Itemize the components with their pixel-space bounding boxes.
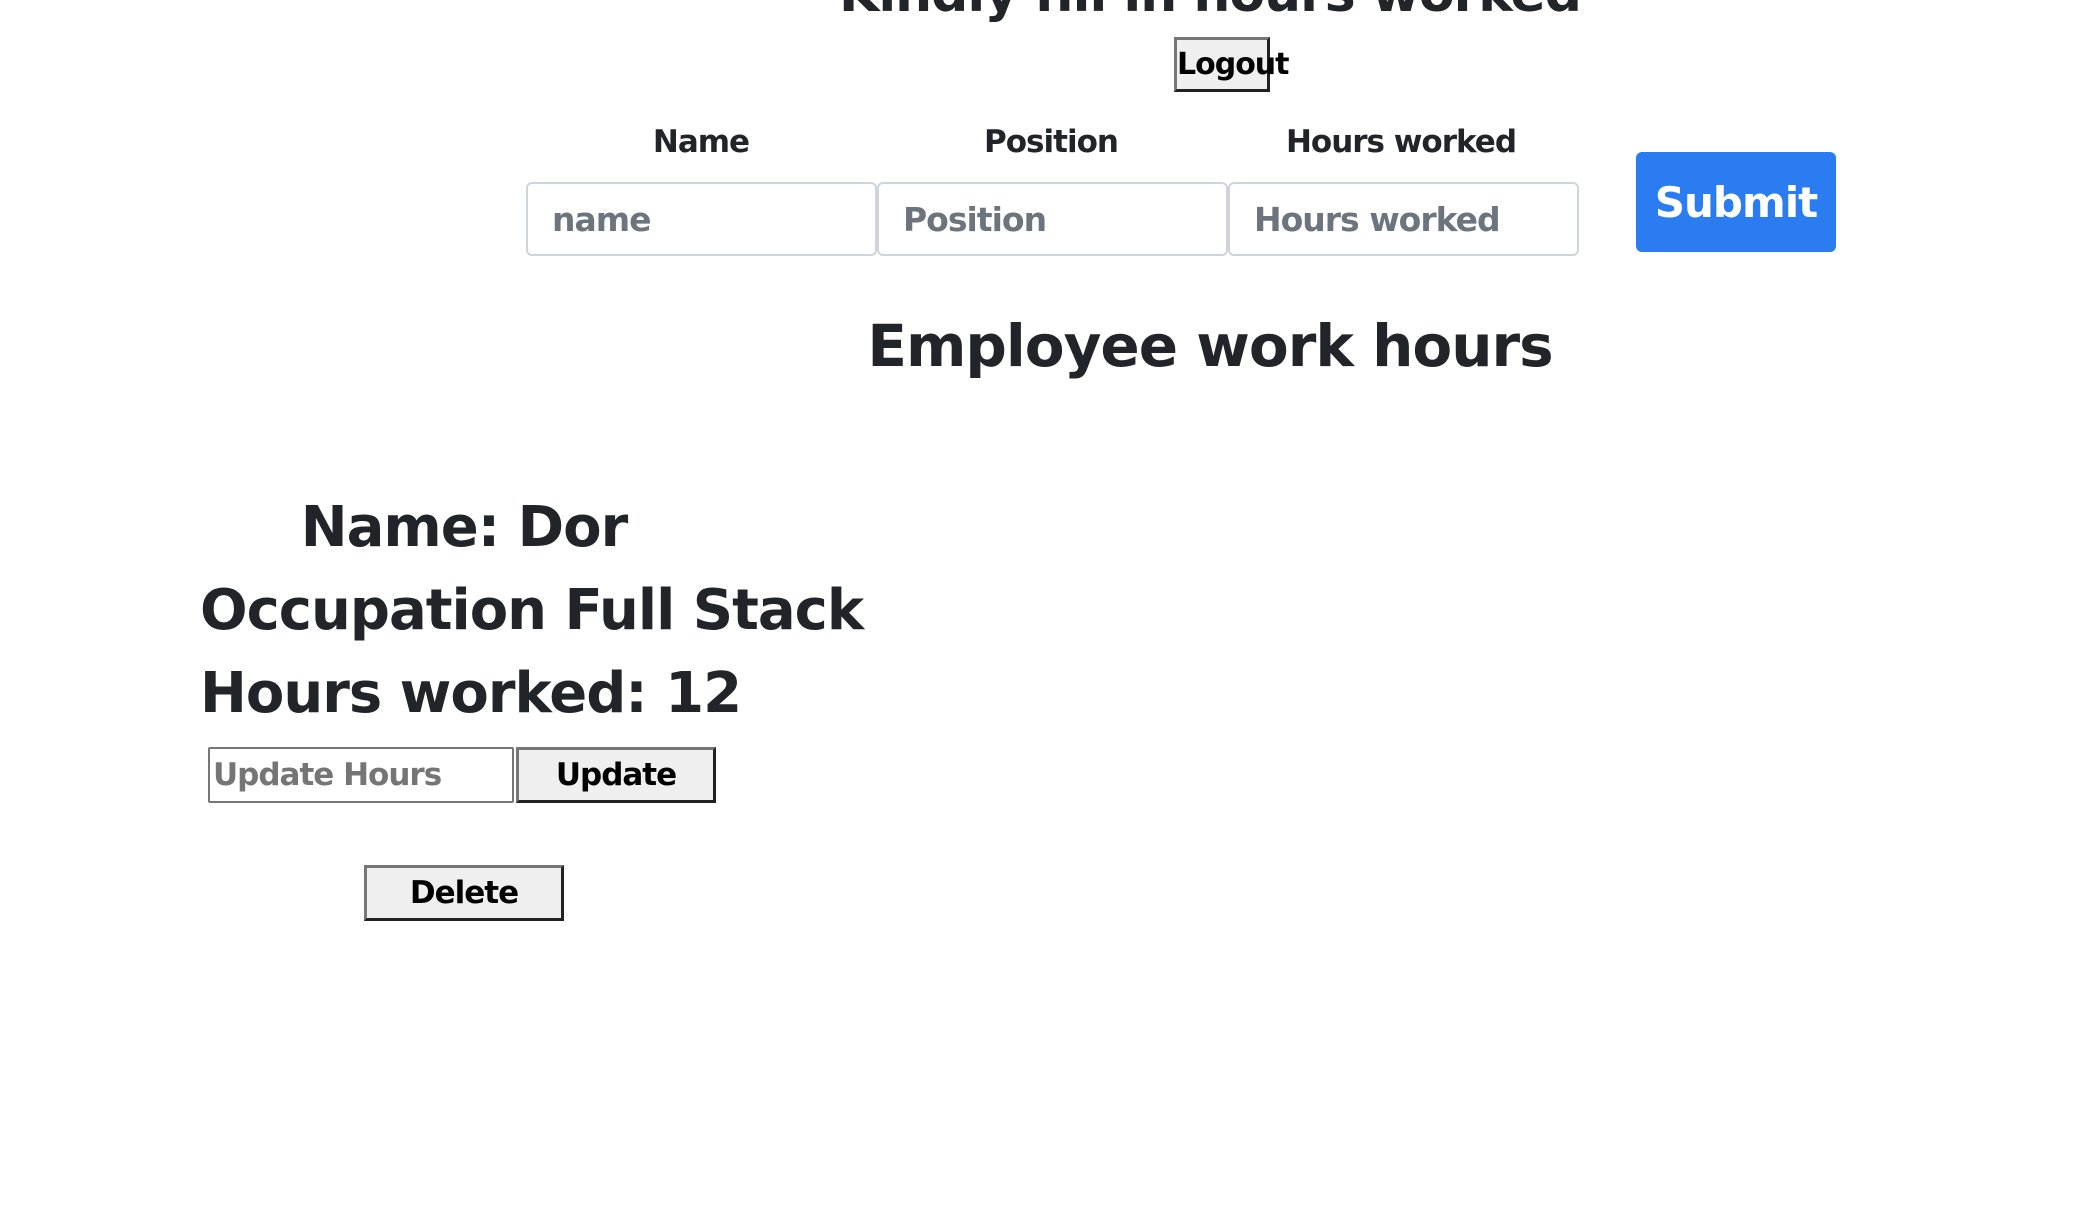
employee-occupation: Occupation Full Stack [200,578,864,643]
logout-button[interactable]: Logout [1174,37,1290,92]
page-title: Kindly fill in hours worked [700,0,1720,24]
name-input[interactable] [526,182,877,256]
employee-hours: Hours worked: 12 [200,661,742,726]
employee-name: Name: Dor [300,495,628,560]
employee-list-title: Employee work hours [867,312,1553,380]
hours-worked-label: Hours worked [1285,124,1517,160]
delete-button[interactable]: Delete [364,865,564,921]
hours-worked-input[interactable] [1228,182,1579,256]
position-label: Position [984,124,1119,160]
submit-button[interactable]: Submit [1636,152,1836,252]
name-label: Name [652,124,750,160]
update-button[interactable]: Update [516,747,716,803]
update-hours-input[interactable] [208,747,514,803]
position-input[interactable] [877,182,1228,256]
employee-card: Name: Dor Occupation Full Stack Hours wo… [200,486,864,735]
